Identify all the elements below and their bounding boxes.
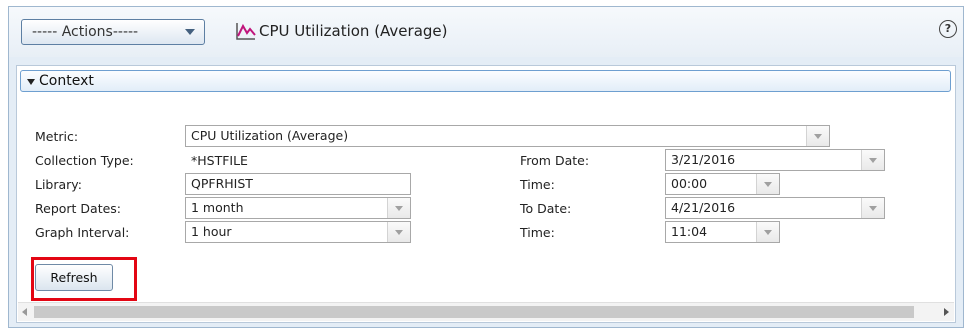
- chevron-down-icon[interactable]: [756, 174, 779, 194]
- context-header[interactable]: Context: [20, 70, 951, 92]
- scroll-left-icon[interactable]: [22, 308, 27, 316]
- line-chart-icon: [236, 23, 256, 40]
- to-date-value: 4/21/2016: [671, 200, 736, 215]
- scroll-right-icon[interactable]: [944, 308, 949, 316]
- to-time-select[interactable]: 11:04: [665, 221, 780, 243]
- from-date-select[interactable]: 3/21/2016: [665, 149, 885, 171]
- to-date-label: To Date:: [520, 201, 572, 216]
- collection-type-value: *HSTFILE: [191, 153, 248, 168]
- chevron-down-icon[interactable]: [806, 126, 829, 146]
- report-dates-select[interactable]: 1 month: [185, 197, 411, 219]
- scrollbar-thumb[interactable]: [34, 306, 914, 318]
- from-time-value: 00:00: [671, 176, 708, 191]
- report-dates-value: 1 month: [191, 200, 244, 215]
- metric-value: CPU Utilization (Average): [191, 128, 349, 143]
- chevron-down-icon[interactable]: [861, 150, 884, 170]
- collapse-triangle-icon: [27, 79, 35, 85]
- highlight-box: [31, 257, 137, 301]
- context-title: Context: [39, 73, 94, 89]
- library-value: QPFRHIST: [191, 176, 253, 191]
- actions-label: ----- Actions-----: [32, 24, 139, 40]
- collection-type-label: Collection Type:: [35, 153, 134, 168]
- from-date-value: 3/21/2016: [671, 152, 736, 167]
- library-label: Library:: [35, 177, 83, 192]
- graph-interval-select[interactable]: 1 hour: [185, 221, 411, 243]
- main-window: ----- Actions----- CPU Utilization (Aver…: [8, 6, 964, 328]
- metric-select[interactable]: CPU Utilization (Average): [185, 125, 830, 147]
- chevron-down-icon[interactable]: [756, 222, 779, 242]
- graph-interval-label: Graph Interval:: [35, 225, 130, 240]
- actions-dropdown[interactable]: ----- Actions-----: [21, 19, 205, 45]
- help-icon[interactable]: ?: [939, 20, 957, 38]
- horizontal-scrollbar[interactable]: [18, 302, 954, 321]
- to-time-label: Time:: [520, 225, 555, 240]
- from-date-label: From Date:: [520, 153, 590, 168]
- to-date-select[interactable]: 4/21/2016: [665, 197, 885, 219]
- chevron-down-icon: [185, 29, 195, 35]
- from-time-label: Time:: [520, 177, 555, 192]
- toolbar: ----- Actions----- CPU Utilization (Aver…: [9, 7, 963, 57]
- from-time-select[interactable]: 00:00: [665, 173, 780, 195]
- to-time-value: 11:04: [671, 224, 708, 239]
- chevron-down-icon[interactable]: [861, 198, 884, 218]
- metric-label: Metric:: [35, 129, 79, 144]
- library-input[interactable]: QPFRHIST: [185, 173, 411, 195]
- chevron-down-icon[interactable]: [387, 222, 410, 242]
- report-dates-label: Report Dates:: [35, 201, 122, 216]
- chevron-down-icon[interactable]: [387, 198, 410, 218]
- page-title: CPU Utilization (Average): [259, 22, 448, 40]
- context-panel: Context Metric: Collection Type: Library…: [16, 65, 956, 323]
- graph-interval-value: 1 hour: [191, 224, 232, 239]
